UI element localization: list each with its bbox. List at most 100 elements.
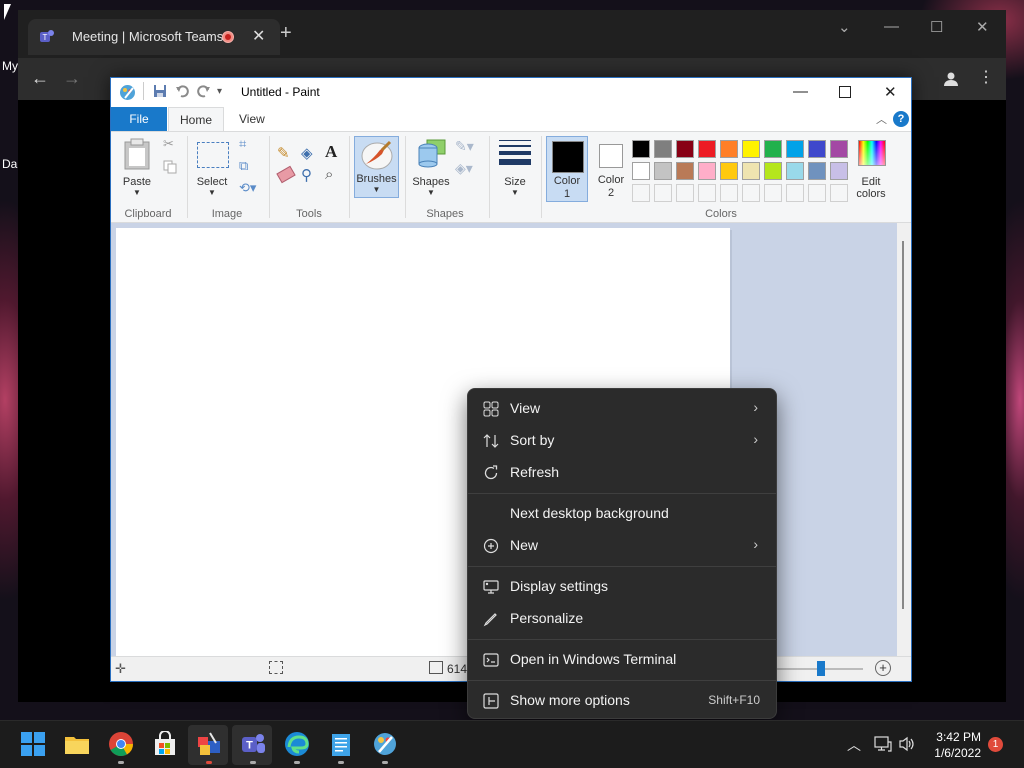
paint-3d-icon[interactable] xyxy=(372,731,398,757)
palette-color-swatch[interactable] xyxy=(830,140,848,158)
new-tab-button[interactable]: + xyxy=(280,23,292,43)
menu-item-refresh[interactable]: Refresh xyxy=(472,458,772,488)
tab-view[interactable]: View xyxy=(239,107,265,131)
paint-app-icon[interactable] xyxy=(119,84,136,101)
forward-button[interactable]: → xyxy=(63,68,81,89)
palette-color-swatch[interactable] xyxy=(742,140,760,158)
customize-quick-access-icon[interactable]: ▾ xyxy=(217,86,222,97)
tab-home[interactable]: Home xyxy=(168,107,224,131)
eraser-icon[interactable] xyxy=(276,165,296,184)
palette-color-swatch[interactable] xyxy=(764,162,782,180)
menu-item-view[interactable]: View › xyxy=(472,394,772,424)
shapes-dropdown-icon[interactable]: ▼ xyxy=(409,188,453,197)
cut-icon[interactable]: ✂ xyxy=(163,136,174,152)
color-picker-icon[interactable]: ⚲ xyxy=(301,166,312,184)
taskbar-clock[interactable]: 3:42 PM 1/6/2022 xyxy=(925,729,981,761)
palette-color-swatch[interactable] xyxy=(808,140,826,158)
help-icon[interactable]: ? xyxy=(893,111,909,127)
notepad-icon[interactable] xyxy=(328,731,354,757)
brushes-button[interactable]: Brushes ▼ xyxy=(354,136,399,198)
palette-custom-swatch[interactable] xyxy=(808,184,826,202)
more-menu-button[interactable]: ⋮ xyxy=(978,67,994,87)
palette-custom-swatch[interactable] xyxy=(676,184,694,202)
fill-icon[interactable]: ◈ xyxy=(301,144,313,162)
maximize-button[interactable]: ☐ xyxy=(930,18,943,36)
select-dropdown-icon[interactable]: ▼ xyxy=(193,188,231,197)
zoom-slider-thumb[interactable] xyxy=(817,661,825,676)
palette-custom-swatch[interactable] xyxy=(764,184,782,202)
close-button[interactable]: ✕ xyxy=(976,18,989,36)
color1-button[interactable]: Color 1 xyxy=(546,136,588,202)
palette-color-swatch[interactable] xyxy=(676,162,694,180)
palette-color-swatch[interactable] xyxy=(786,162,804,180)
edit-colors-button[interactable]: Edit xyxy=(849,176,893,188)
teams-taskbar-icon[interactable]: T xyxy=(240,731,266,757)
menu-item-sort-by[interactable]: Sort by › xyxy=(472,426,772,456)
palette-color-swatch[interactable] xyxy=(808,162,826,180)
collapse-ribbon-icon[interactable]: ︿ xyxy=(876,111,887,127)
select-button[interactable]: Select xyxy=(193,176,231,188)
shapes-icon[interactable] xyxy=(415,138,449,168)
save-icon[interactable] xyxy=(153,84,167,98)
network-icon[interactable] xyxy=(874,736,892,752)
palette-custom-swatch[interactable] xyxy=(698,184,716,202)
size-icon[interactable] xyxy=(499,140,531,165)
palette-color-swatch[interactable] xyxy=(632,140,650,158)
paste-icon[interactable] xyxy=(123,138,151,170)
palette-custom-swatch[interactable] xyxy=(742,184,760,202)
menu-item-display-settings[interactable]: Display settings xyxy=(472,572,772,602)
palette-color-swatch[interactable] xyxy=(720,162,738,180)
copy-icon[interactable] xyxy=(163,160,177,174)
palette-custom-swatch[interactable] xyxy=(786,184,804,202)
paint-close-button[interactable]: ✕ xyxy=(884,83,897,101)
outline-icon[interactable]: ✎▾ xyxy=(455,138,474,155)
menu-item-open-in-terminal[interactable]: Open in Windows Terminal xyxy=(472,645,772,675)
microsoft-store-icon[interactable] xyxy=(152,731,178,757)
tab-search-icon[interactable]: ⌄ xyxy=(838,18,851,36)
palette-color-swatch[interactable] xyxy=(764,140,782,158)
desktop-label[interactable]: Da xyxy=(2,157,17,171)
volume-icon[interactable] xyxy=(898,736,916,752)
tab-close-icon[interactable]: ✕ xyxy=(252,26,265,46)
show-hidden-icons-chevron-icon[interactable]: ︿ xyxy=(847,735,861,755)
magnifier-icon[interactable]: ⌕ xyxy=(325,166,333,183)
palette-color-swatch[interactable] xyxy=(676,140,694,158)
crop-icon[interactable]: ⌗ xyxy=(239,136,246,152)
zoom-in-icon[interactable]: + xyxy=(875,660,891,676)
paste-dropdown-icon[interactable]: ▼ xyxy=(119,188,155,197)
palette-color-swatch[interactable] xyxy=(830,162,848,180)
palette-color-swatch[interactable] xyxy=(632,162,650,180)
palette-custom-swatch[interactable] xyxy=(720,184,738,202)
profile-icon[interactable] xyxy=(943,71,959,87)
menu-item-personalize[interactable]: Personalize xyxy=(472,604,772,634)
chrome-icon[interactable] xyxy=(108,731,134,757)
shapes-button[interactable]: Shapes xyxy=(409,176,453,188)
tab-file[interactable]: File xyxy=(111,107,167,131)
size-button[interactable]: Size xyxy=(495,176,535,188)
paint-maximize-button[interactable] xyxy=(839,86,851,98)
palette-custom-swatch[interactable] xyxy=(654,184,672,202)
size-dropdown-icon[interactable]: ▼ xyxy=(495,188,535,197)
edit-colors-icon[interactable] xyxy=(856,136,888,168)
start-button-icon[interactable] xyxy=(20,731,46,757)
palette-custom-swatch[interactable] xyxy=(830,184,848,202)
pencil-icon[interactable]: ✎ xyxy=(277,144,290,162)
palette-color-swatch[interactable] xyxy=(698,140,716,158)
text-tool-icon[interactable]: A xyxy=(325,142,337,162)
menu-item-next-desktop-background[interactable]: Next desktop background xyxy=(472,499,772,529)
file-explorer-icon[interactable] xyxy=(64,731,90,757)
back-button[interactable]: ← xyxy=(31,68,49,89)
color2-button[interactable]: Color 2 xyxy=(591,136,633,202)
menu-item-new[interactable]: New › xyxy=(472,531,772,561)
rotate-icon[interactable]: ⟲▾ xyxy=(239,180,256,196)
paint-taskbar-icon[interactable] xyxy=(196,731,222,757)
paint-minimize-button[interactable]: — xyxy=(793,83,808,100)
paste-button[interactable]: Paste xyxy=(119,176,155,188)
redo-icon[interactable] xyxy=(197,84,211,98)
edge-icon[interactable] xyxy=(284,731,310,757)
menu-item-show-more-options[interactable]: Show more options Shift+F10 xyxy=(472,686,772,716)
vertical-scrollbar[interactable] xyxy=(897,223,911,656)
notification-badge[interactable]: 1 xyxy=(988,737,1003,752)
undo-icon[interactable] xyxy=(175,84,189,98)
palette-color-swatch[interactable] xyxy=(742,162,760,180)
